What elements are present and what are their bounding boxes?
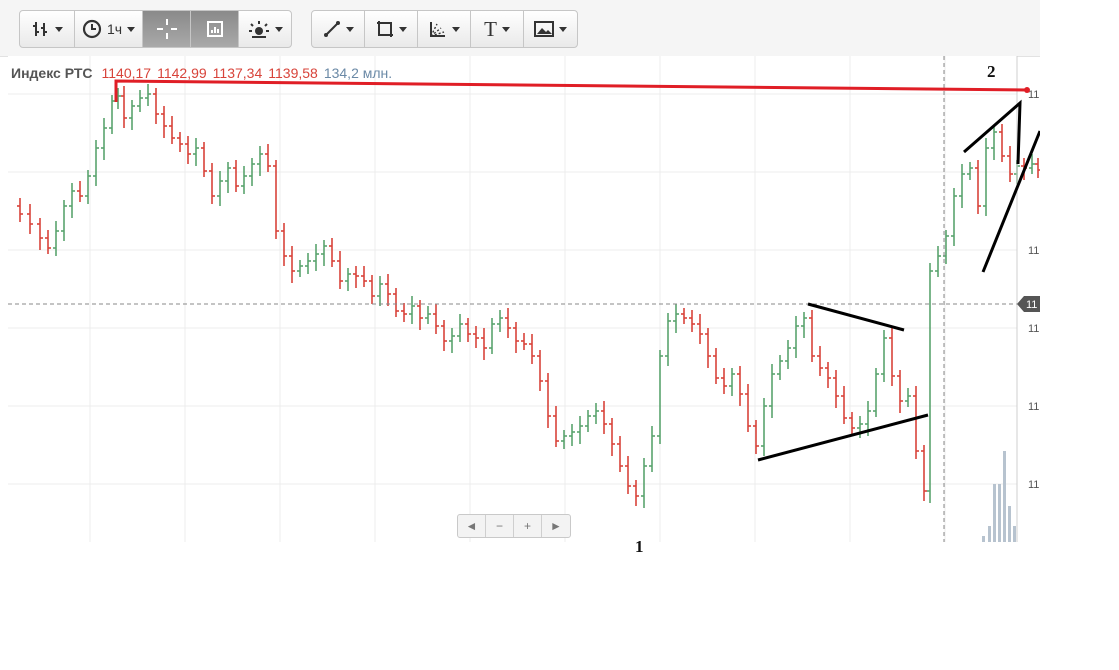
chevron-down-icon xyxy=(501,26,510,32)
price-chart[interactable]: 111111111111 xyxy=(0,56,1040,542)
zoom-in-button[interactable]: + xyxy=(514,515,542,537)
sun-icon xyxy=(248,21,269,38)
price-legend: Индекс РТС 1140,17 1142,99 1137,34 1139,58 13… xyxy=(11,65,398,83)
current-price-label: 11 xyxy=(1026,299,1037,311)
scroll-right-button[interactable]: ► xyxy=(542,515,570,537)
scroll-left-button[interactable]: ◄ xyxy=(458,515,486,537)
volume-bar xyxy=(1003,451,1006,542)
instrument-name: Индекс РТС xyxy=(11,65,93,81)
volume-panel-button[interactable] xyxy=(191,11,239,47)
y-tick-label: 11 xyxy=(1028,401,1039,413)
text-icon: T xyxy=(484,16,497,41)
bar-type-button[interactable] xyxy=(20,11,75,47)
volume-bar xyxy=(982,536,985,542)
fan-icon xyxy=(429,22,445,37)
chevron-down-icon xyxy=(559,26,567,32)
close-value: 1139,58 xyxy=(268,65,318,81)
annotation-label-1: 1 xyxy=(635,537,644,556)
chevron-down-icon xyxy=(54,26,63,32)
shape-tool-button[interactable] xyxy=(365,11,418,47)
fibonacci-tool-button[interactable] xyxy=(418,11,471,47)
chart-app: 1ч T Индекс РТС 1140,17 1142,99 1137,34 … xyxy=(0,0,1040,542)
chevron-down-icon xyxy=(451,26,460,32)
image-tool-button[interactable] xyxy=(524,11,577,47)
volume-bar xyxy=(988,526,991,542)
panel-icon xyxy=(206,21,223,37)
chart-toolbar: 1ч T xyxy=(0,0,1040,57)
y-tick-label: 11 xyxy=(1028,323,1039,335)
chevron-down-icon xyxy=(127,26,136,32)
ohlc-bars-icon xyxy=(32,22,47,36)
volume-bar xyxy=(1013,526,1016,542)
chevron-down-icon xyxy=(345,26,354,32)
trend-line-icon xyxy=(323,21,340,37)
volume-bar xyxy=(998,484,1001,542)
y-tick-label: 11 xyxy=(1028,245,1039,257)
image-icon xyxy=(534,21,554,37)
zoom-out-button[interactable]: − xyxy=(486,515,514,537)
interval-label: 1ч xyxy=(106,21,123,37)
line-tool-button[interactable] xyxy=(312,11,365,47)
open-value: 1140,17 xyxy=(101,65,152,81)
volume-bar xyxy=(993,484,996,542)
volume-bar xyxy=(1008,506,1011,542)
resistance-line-end xyxy=(1024,87,1030,93)
text-tool-button[interactable]: T xyxy=(471,11,524,47)
rectangle-icon xyxy=(376,21,393,37)
chart-navigator: ◄ − + ► xyxy=(457,514,571,538)
volume-value: 134,2 млн. xyxy=(323,65,393,81)
high-value: 1142,99 xyxy=(157,65,207,81)
crosshair-icon xyxy=(156,19,177,39)
crosshair-button[interactable] xyxy=(143,11,191,47)
y-tick-label: 11 xyxy=(1028,479,1039,491)
plot-background xyxy=(8,56,1017,542)
chevron-down-icon xyxy=(274,26,283,32)
annotation-label-2: 2 xyxy=(987,62,996,81)
indicators-button[interactable] xyxy=(239,11,291,47)
interval-button[interactable]: 1ч xyxy=(75,11,143,47)
clock-icon xyxy=(82,19,102,39)
drawing-tools-group: T xyxy=(311,10,578,48)
chevron-down-icon xyxy=(398,26,407,32)
low-value: 1137,34 xyxy=(212,65,263,81)
chart-type-group: 1ч xyxy=(19,10,292,48)
